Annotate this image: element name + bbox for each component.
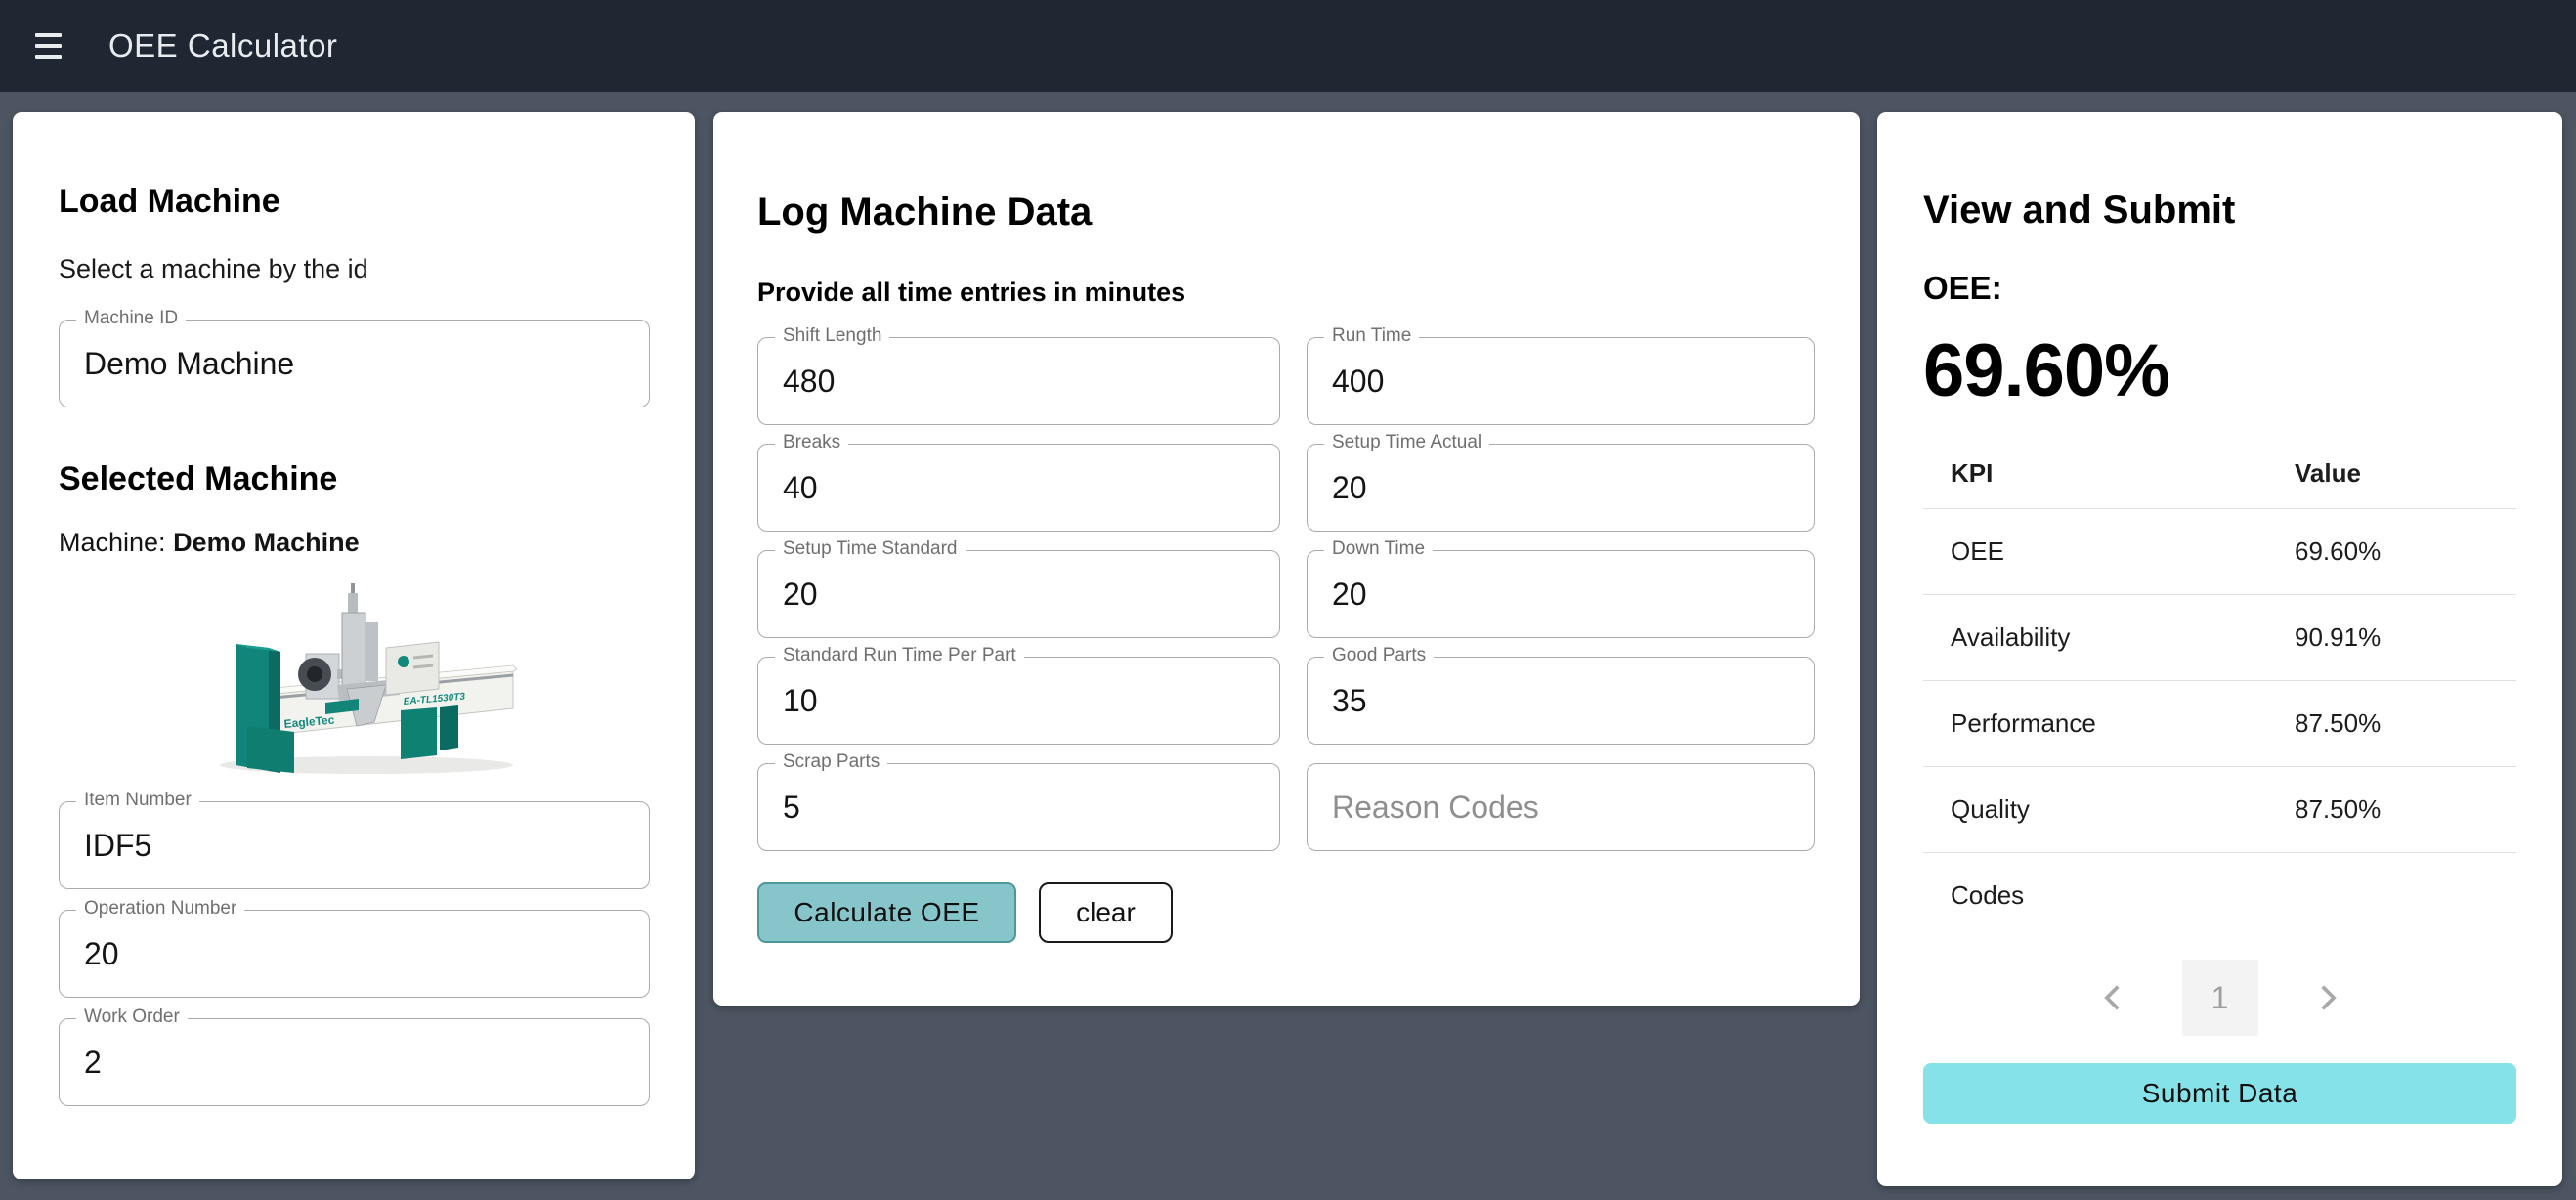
scrap-parts-value: 5 [783,790,800,826]
setup-time-actual-value: 20 [1332,470,1367,506]
machine-image: EagleTec EA-TL1530T3 [59,579,650,780]
clear-button[interactable]: clear [1039,882,1173,943]
codes-pagination: 1 [1923,960,2516,1036]
selected-machine-title: Selected Machine [59,460,649,498]
work-order-input[interactable]: Work Order 2 [59,1018,650,1106]
run-time-value: 400 [1332,364,1384,400]
setup-time-actual-input[interactable]: Setup Time Actual 20 [1307,444,1815,532]
item-number-input[interactable]: Item Number IDF5 [59,801,650,889]
kpi-cell: OEE [1923,509,2295,595]
app-title: OEE Calculator [108,27,337,64]
value-cell [2295,853,2516,939]
value-cell: 90.91% [2295,595,2516,681]
calculate-oee-button[interactable]: Calculate OEE [757,882,1016,943]
chevron-right-icon [2310,981,2343,1014]
oee-label: OEE: [1923,270,2516,307]
table-row: Codes [1923,853,2516,939]
app-navbar: OEE Calculator [0,0,2576,92]
load-machine-card: Load Machine Select a machine by the id … [13,112,695,1179]
kpi-header: KPI [1923,445,2295,509]
operation-number-input[interactable]: Operation Number 20 [59,910,650,998]
menu-icon[interactable] [23,17,82,75]
kpi-cell: Availability [1923,595,2295,681]
machine-name: Demo Machine [173,528,360,557]
good-parts-value: 35 [1332,683,1367,719]
operation-number-label: Operation Number [76,898,244,920]
shift-length-value: 480 [783,364,835,400]
setup-time-standard-value: 20 [783,577,818,613]
machine-id-label: Machine ID [76,308,186,329]
setup-time-actual-label: Setup Time Actual [1324,432,1489,453]
chevron-left-icon [2097,981,2130,1014]
cnc-lathe-illustration: EagleTec EA-TL1530T3 [191,579,519,780]
shift-length-label: Shift Length [775,325,889,347]
down-time-label: Down Time [1324,538,1433,560]
previous-page-button[interactable] [2090,974,2137,1021]
submit-data-button[interactable]: Submit Data [1923,1063,2516,1124]
kpi-cell: Codes [1923,853,2295,939]
machine-id-value: Demo Machine [84,346,294,382]
value-cell: 87.50% [2295,767,2516,853]
oee-value: 69.60% [1923,328,2516,413]
view-submit-card: View and Submit OEE: 69.60% KPI Value OE… [1877,112,2562,1186]
breaks-label: Breaks [775,432,848,453]
operation-number-value: 20 [84,936,119,972]
value-cell: 87.50% [2295,681,2516,767]
standard-run-time-label: Standard Run Time Per Part [775,645,1024,666]
value-header: Value [2295,445,2516,509]
setup-time-standard-label: Setup Time Standard [775,538,966,560]
scrap-parts-label: Scrap Parts [775,751,887,773]
table-row: OEE 69.60% [1923,509,2516,595]
down-time-input[interactable]: Down Time 20 [1307,550,1815,638]
table-row: Quality 87.50% [1923,767,2516,853]
setup-time-standard-input[interactable]: Setup Time Standard 20 [757,550,1280,638]
run-time-input[interactable]: Run Time 400 [1307,337,1815,425]
standard-run-time-value: 10 [783,683,818,719]
scrap-parts-input[interactable]: Scrap Parts 5 [757,763,1280,851]
view-submit-title: View and Submit [1923,189,2516,233]
next-page-button[interactable] [2303,974,2350,1021]
machine-id-input[interactable]: Machine ID Demo Machine [59,320,650,407]
breaks-value: 40 [783,470,818,506]
run-time-label: Run Time [1324,325,1419,347]
down-time-value: 20 [1332,577,1367,613]
table-row: Performance 87.50% [1923,681,2516,767]
work-order-value: 2 [84,1045,102,1081]
item-number-label: Item Number [76,790,199,811]
machine-prefix: Machine: [59,528,173,557]
selected-machine-line: Machine: Demo Machine [59,528,649,558]
value-cell: 69.60% [2295,509,2516,595]
kpi-cell: Performance [1923,681,2295,767]
work-order-label: Work Order [76,1007,188,1028]
load-machine-subtitle: Select a machine by the id [59,254,649,284]
item-number-value: IDF5 [84,828,151,864]
log-data-title: Log Machine Data [757,191,1816,235]
log-data-actions: Calculate OEE clear [757,882,1816,943]
kpi-header-row: KPI Value [1923,445,2516,509]
good-parts-input[interactable]: Good Parts 35 [1307,657,1815,745]
table-row: Availability 90.91% [1923,595,2516,681]
reason-codes-placeholder: Reason Codes [1332,790,1539,826]
shift-length-input[interactable]: Shift Length 480 [757,337,1280,425]
good-parts-label: Good Parts [1324,645,1434,666]
reason-codes-input[interactable]: Reason Codes [1307,763,1815,851]
log-data-subtitle: Provide all time entries in minutes [757,278,1816,308]
log-machine-data-card: Log Machine Data Provide all time entrie… [713,112,1860,1006]
kpi-cell: Quality [1923,767,2295,853]
time-entries-grid: Shift Length 480 Run Time 400 Breaks 40 … [757,337,1816,851]
standard-run-time-input[interactable]: Standard Run Time Per Part 10 [757,657,1280,745]
kpi-table: KPI Value OEE 69.60% Availability 90.91%… [1923,445,2516,938]
page-number[interactable]: 1 [2182,960,2258,1036]
load-machine-title: Load Machine [59,183,649,221]
breaks-input[interactable]: Breaks 40 [757,444,1280,532]
